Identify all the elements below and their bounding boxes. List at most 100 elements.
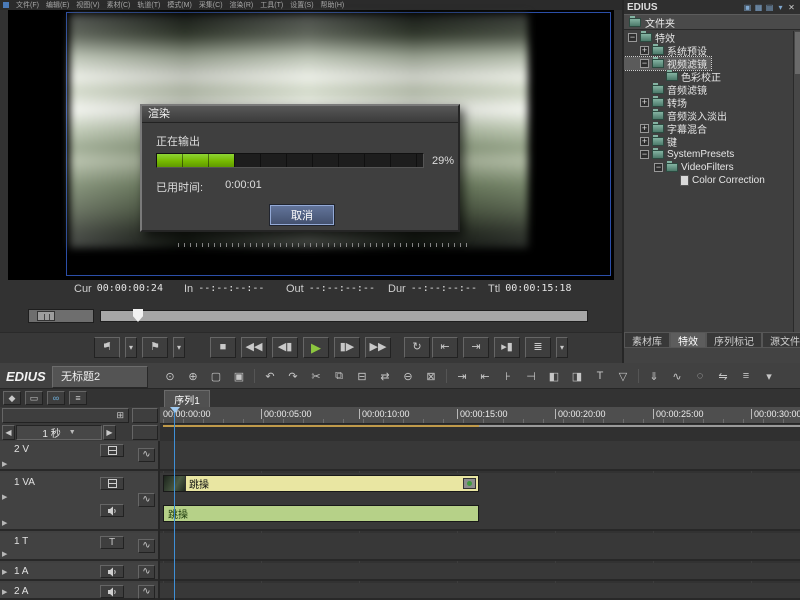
goto-out-button[interactable]: ⇥ — [463, 337, 489, 358]
tree-item-color-correction[interactable]: 色彩校正 — [624, 70, 793, 84]
add-marker-icon[interactable]: ▽ — [615, 368, 631, 384]
waveform-toggle-button[interactable]: ∿ — [138, 585, 155, 599]
effect-palette-icon[interactable]: ▤ — [764, 2, 775, 13]
capture-icon[interactable]: ⊙ — [162, 368, 178, 384]
shuttle-control[interactable] — [28, 309, 94, 323]
expand-track-icon[interactable]: ▶ — [2, 460, 7, 468]
waveform-toggle-button[interactable]: ∿ — [138, 565, 155, 579]
menu-settings[interactable]: 设置(S) — [290, 0, 313, 10]
undo-icon[interactable]: ↶ — [262, 368, 278, 384]
bin-palette-icon[interactable]: ▦ — [753, 2, 764, 13]
track-header-button[interactable]: ⊞ — [2, 408, 129, 423]
stop-button[interactable]: ■ — [210, 337, 236, 358]
set-mark-out-button[interactable]: ⚑ — [142, 337, 168, 358]
collapse-icon[interactable] — [628, 33, 637, 42]
timescale-value[interactable]: 1 秒 ▼ — [16, 425, 102, 440]
ripple-delete-icon[interactable]: ⊖ — [400, 368, 416, 384]
expand-track-icon[interactable]: ▶ — [2, 519, 7, 527]
shuttle-handle[interactable] — [37, 311, 55, 321]
tab-source-browser[interactable]: 源文件浏览 — [762, 332, 800, 348]
settings-icon[interactable]: ≡ — [738, 368, 754, 384]
tree-item-system-presets[interactable]: 系统预设 — [624, 44, 793, 58]
replace-icon[interactable]: ⇄ — [377, 368, 393, 384]
collapse-icon[interactable] — [654, 163, 663, 172]
copy-icon[interactable]: ⧉ — [331, 368, 347, 384]
playhead-marker-icon[interactable] — [170, 407, 180, 413]
more-icon[interactable]: ▾ — [761, 368, 777, 384]
timescale-fit-button[interactable] — [132, 425, 158, 440]
expand-icon[interactable] — [640, 46, 649, 55]
menu-track[interactable]: 轨道(T) — [137, 0, 160, 10]
goto-in-button[interactable]: ⇤ — [432, 337, 458, 358]
tree-item-title-mixer[interactable]: 字幕混合 — [624, 122, 793, 136]
add-cut-point-icon[interactable]: ⊦ — [500, 368, 516, 384]
sync-mode-icon[interactable]: ▭ — [25, 391, 43, 405]
sequence-tab[interactable]: 序列1 — [164, 390, 210, 407]
video-enable-button[interactable] — [100, 477, 124, 490]
set-out-icon[interactable]: ⇤ — [477, 368, 493, 384]
tab-effects[interactable]: 特效 — [670, 332, 706, 348]
expand-icon[interactable] — [640, 137, 649, 146]
audio-enable-button[interactable] — [100, 565, 124, 578]
menu-render[interactable]: 渲染(R) — [230, 0, 254, 10]
timeline-canvas[interactable]: 跳操 跳操 — [160, 441, 800, 600]
collapse-icon[interactable] — [640, 59, 649, 68]
expand-track-icon[interactable]: ▶ — [2, 550, 7, 558]
play-around-cursor-button[interactable]: ▸▮ — [494, 337, 520, 358]
waveform-toggle-button[interactable]: ∿ — [138, 448, 155, 462]
add-clip-icon[interactable]: ⊕ — [185, 368, 201, 384]
menu-help[interactable]: 帮助(H) — [321, 0, 345, 10]
close-icon[interactable]: ✕ — [786, 2, 797, 13]
mixer-icon[interactable]: ∿ — [669, 368, 685, 384]
new-sequence-icon[interactable]: ▢ — [208, 368, 224, 384]
set-mark-in-button[interactable]: ⚑ — [94, 337, 120, 358]
menu-capture[interactable]: 采集(C) — [199, 0, 223, 10]
timeline-ruler[interactable]: 00:00:00:00 00:00:05:00 00:00:10:00 00:0… — [160, 407, 800, 424]
menu-clip[interactable]: 素材(C) — [107, 0, 131, 10]
previous-frame-button[interactable]: ◀▮ — [272, 337, 298, 358]
collapse-icon[interactable] — [640, 150, 649, 159]
rewind-button[interactable]: ◀◀ — [241, 337, 267, 358]
scrollbar-thumb[interactable] — [795, 32, 800, 74]
expand-icon[interactable] — [640, 124, 649, 133]
tree-item-color-correction-en[interactable]: Color Correction — [624, 174, 793, 187]
tree-scrollbar[interactable] — [793, 31, 800, 332]
options-icon[interactable]: ▾ — [775, 2, 786, 13]
save-icon[interactable]: ▣ — [231, 368, 247, 384]
add-audio-fade-icon[interactable]: ◨ — [569, 368, 585, 384]
position-slider[interactable] — [100, 309, 588, 322]
tab-bin[interactable]: 素材库 — [624, 332, 670, 348]
set-mark-out-menu-button[interactable]: ▾ — [173, 337, 185, 358]
voice-over-icon[interactable]: ◌ — [692, 368, 708, 384]
audio-clip[interactable]: 跳操 — [163, 505, 479, 522]
add-transition-icon[interactable]: ◧ — [546, 368, 562, 384]
tree-item-key[interactable]: 键 — [624, 135, 793, 149]
track-header-2a[interactable]: ▶ 2 A ∿ — [0, 583, 158, 600]
track-header-2v[interactable]: 2 V ▶ ∿ — [0, 441, 158, 471]
track-header-1a[interactable]: ▶ 1 A ∿ — [0, 563, 158, 581]
expand-track-icon[interactable]: ▶ — [2, 493, 7, 501]
track-options-icon[interactable]: ≡ — [69, 391, 87, 405]
play-button[interactable]: ▶ — [303, 337, 329, 358]
fast-forward-button[interactable]: ▶▶ — [365, 337, 391, 358]
tree-item-audio-filters[interactable]: 音频滤镜 — [624, 83, 793, 97]
menu-edit[interactable]: 编辑(E) — [46, 0, 69, 10]
ripple-mode-icon[interactable]: ∞ — [47, 391, 65, 405]
waveform-toggle-button[interactable]: ∿ — [138, 539, 155, 553]
waveform-toggle-button[interactable]: ∿ — [138, 493, 155, 507]
video-clip[interactable]: 跳操 — [163, 475, 479, 492]
audio-enable-button[interactable] — [100, 504, 124, 517]
next-frame-button[interactable]: ▮▶ — [334, 337, 360, 358]
cancel-button[interactable]: 取消 — [269, 204, 335, 226]
track-header-1t[interactable]: 1 T T ▶ ∿ — [0, 533, 158, 561]
timescale-decrease-button[interactable]: ◀ — [2, 425, 15, 440]
tree-item-effects[interactable]: 特效 — [624, 31, 793, 45]
redo-icon[interactable]: ↷ — [285, 368, 301, 384]
tree-item-audio-cross-fade[interactable]: 音频淡入淡出 — [624, 109, 793, 123]
project-tab[interactable]: 无标题2 — [52, 366, 148, 388]
pan-icon[interactable]: ⇋ — [715, 368, 731, 384]
expand-track-icon[interactable]: ▶ — [2, 568, 7, 576]
expand-icon[interactable] — [640, 98, 649, 107]
waveform-column-button[interactable] — [132, 408, 158, 423]
tree-item-systempresets-en[interactable]: SystemPresets — [624, 148, 793, 161]
